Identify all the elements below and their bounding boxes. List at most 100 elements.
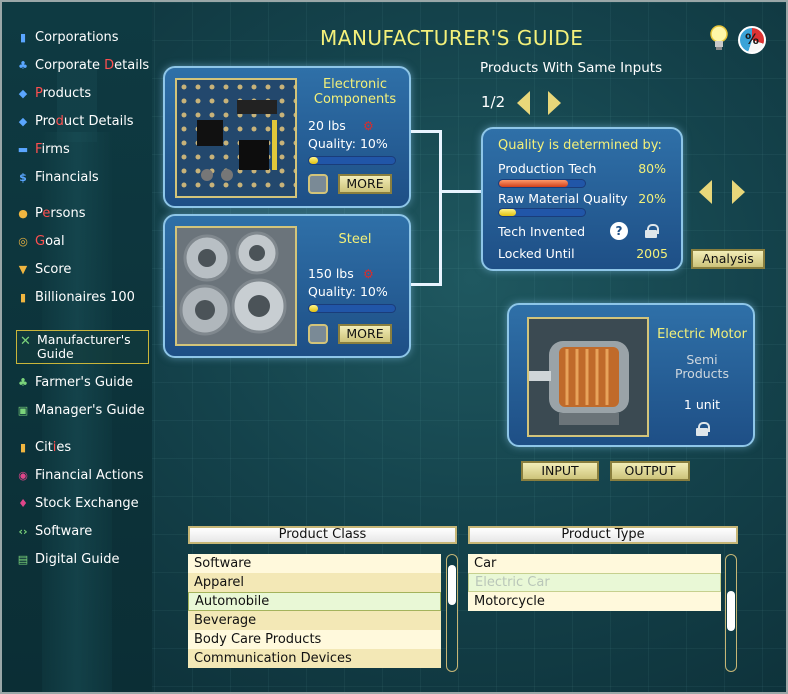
sidebar-item-financial-actions[interactable]: ◉ Financial Actions: [16, 464, 143, 486]
next-arrow-icon[interactable]: [732, 180, 745, 204]
analysis-button[interactable]: Analysis: [691, 249, 765, 269]
list-item[interactable]: Software: [188, 554, 441, 573]
sidebar-item-label: Corporate Details: [35, 58, 149, 73]
building-icon: ▮: [19, 30, 27, 44]
list-item[interactable]: Electric Car: [468, 573, 721, 592]
sidebar-item-corporations[interactable]: ▮ Corporations: [16, 26, 119, 48]
sidebar-item-label: Financials: [35, 170, 99, 185]
product-class-list: Software Apparel Automobile Beverage Body Ca…: [188, 554, 441, 668]
page-indicator: 1/2: [481, 93, 506, 111]
car-icon: ▬: [17, 142, 29, 156]
sidebar-item-software[interactable]: ‹› Software: [16, 520, 92, 542]
input-quantity: 150 lbs: [308, 266, 354, 281]
sidebar-item-product-details[interactable]: ◆ Product Details: [16, 110, 134, 132]
tech-invented-label: Tech Invented: [498, 224, 586, 239]
product-quantity: 1 unit: [683, 397, 721, 412]
label-part: etails: [114, 57, 150, 73]
lightbulb-icon[interactable]: [708, 24, 730, 52]
input-checkbox[interactable]: [308, 324, 328, 344]
more-button[interactable]: MORE: [338, 174, 392, 194]
sidebar-item-farmer-s-guide[interactable]: ♣ Farmer's Guide: [16, 371, 133, 393]
connector-line: [411, 283, 441, 286]
list-item[interactable]: Car: [468, 554, 721, 573]
sidebar-item-label: Cities: [35, 440, 71, 455]
sidebar-item-financials[interactable]: $ Financials: [16, 166, 99, 188]
product-name: Electric Motor: [657, 327, 747, 342]
product-type-scrollbar[interactable]: [725, 554, 737, 672]
sidebar-item-score[interactable]: ▼ Score: [16, 258, 72, 280]
sidebar-item-manager-s-guide[interactable]: ▣ Manager's Guide: [16, 399, 145, 421]
sidebar-item-firms[interactable]: ▬ Firms: [16, 138, 70, 160]
sidebar-item-persons[interactable]: ● Persons: [16, 202, 85, 224]
next-arrow-icon[interactable]: [548, 91, 561, 115]
product-card: Electric Motor Semi Products 1 unit: [507, 303, 755, 447]
output-button[interactable]: OUTPUT: [610, 461, 690, 481]
list-item[interactable]: Apparel: [188, 573, 441, 592]
label-part: rsons: [50, 205, 86, 221]
input-checkbox[interactable]: [308, 174, 328, 194]
sidebar-item-label: Score: [35, 262, 71, 277]
lock-icon: [645, 224, 659, 238]
prev-arrow-icon[interactable]: [699, 180, 712, 204]
sidebar-item-digital-guide[interactable]: ▤ Digital Guide: [16, 548, 120, 570]
locked-until-value: 2005: [636, 246, 668, 261]
sidebar-item-billionaires-100[interactable]: ▮ Billionaires 100: [16, 286, 135, 308]
lock-icon: [696, 422, 710, 436]
same-inputs-label: Products With Same Inputs: [480, 60, 663, 76]
list-item[interactable]: Motorcycle: [468, 592, 721, 611]
sidebar-item-goal[interactable]: ◎ Goal: [16, 230, 65, 252]
code-icon: ‹›: [18, 524, 28, 538]
city-icon: ▮: [19, 440, 27, 454]
product-class-scrollbar[interactable]: [446, 554, 458, 672]
target-icon: ◎: [18, 234, 28, 248]
sidebar-item-label: Manufacturer's Guide: [37, 332, 131, 361]
hotkey-letter: P: [35, 85, 43, 101]
input-button[interactable]: INPUT: [521, 461, 599, 481]
help-icon[interactable]: ?: [610, 222, 628, 240]
prev-arrow-icon[interactable]: [517, 91, 530, 115]
electronic-components-image: [175, 78, 297, 198]
sidebar-item-stock-exchange[interactable]: ♦ Stock Exchange: [16, 492, 139, 514]
stock-exchange-icon: ♦: [18, 496, 28, 510]
label-part: Software: [35, 523, 93, 539]
label-part: Billionaires 100: [35, 289, 135, 305]
sidebar-item-label: Digital Guide: [35, 552, 119, 567]
product-type-header[interactable]: Product Type: [468, 526, 738, 544]
list-item[interactable]: Communication Devices: [188, 649, 441, 668]
label-part: Corporate: [35, 57, 105, 73]
input-quality: Quality: 10%: [308, 284, 388, 299]
label-part: Score: [35, 261, 72, 277]
product-type: Semi Products: [675, 352, 729, 381]
label-part: Cit: [35, 439, 53, 455]
wrench-icon[interactable]: ⚙: [363, 119, 379, 133]
sidebar-item-manufacturers-guide[interactable]: ✕ Manufacturer's Guide: [16, 330, 149, 364]
scrollbar-thumb[interactable]: [727, 591, 735, 631]
wrench-icon[interactable]: ⚙: [363, 267, 379, 281]
percent-chart-icon[interactable]: %: [738, 26, 766, 54]
tag-icon: ◆: [18, 114, 28, 128]
quality-bar: [308, 304, 396, 313]
list-item[interactable]: Body Care Products: [188, 630, 441, 649]
product-class-header[interactable]: Product Class: [188, 526, 457, 544]
production-tech-bar: [498, 179, 586, 188]
input-card-steel: Steel 150 lbs ⚙ Quality: 10% MORE: [163, 214, 411, 358]
sidebar-item-cities[interactable]: ▮ Cities: [16, 436, 71, 458]
input-quality: Quality: 10%: [308, 136, 388, 151]
sidebar-item-label: Farmer's Guide: [35, 375, 133, 390]
briefcase-icon: ▣: [17, 403, 29, 417]
sidebar-item-label: Software: [35, 524, 92, 539]
production-tech-bar-fill: [499, 180, 568, 187]
production-tech-value: 80%: [638, 161, 666, 176]
sidebar-item-label: Firms: [35, 142, 70, 157]
sidebar-item-corporate-details[interactable]: ♣ Corporate Details: [16, 54, 149, 76]
sidebar-item-label: Persons: [35, 206, 85, 221]
scrollbar-thumb[interactable]: [448, 565, 456, 605]
book-icon: ▤: [17, 552, 29, 566]
list-item[interactable]: Automobile: [188, 592, 441, 611]
list-item[interactable]: Beverage: [188, 611, 441, 630]
more-button[interactable]: MORE: [338, 324, 392, 344]
sidebar-item-label: Goal: [35, 234, 65, 249]
sidebar-item-products[interactable]: ◆ Products: [16, 82, 91, 104]
hotkey-letter: d: [55, 113, 64, 129]
quality-bar-fill: [309, 305, 318, 312]
